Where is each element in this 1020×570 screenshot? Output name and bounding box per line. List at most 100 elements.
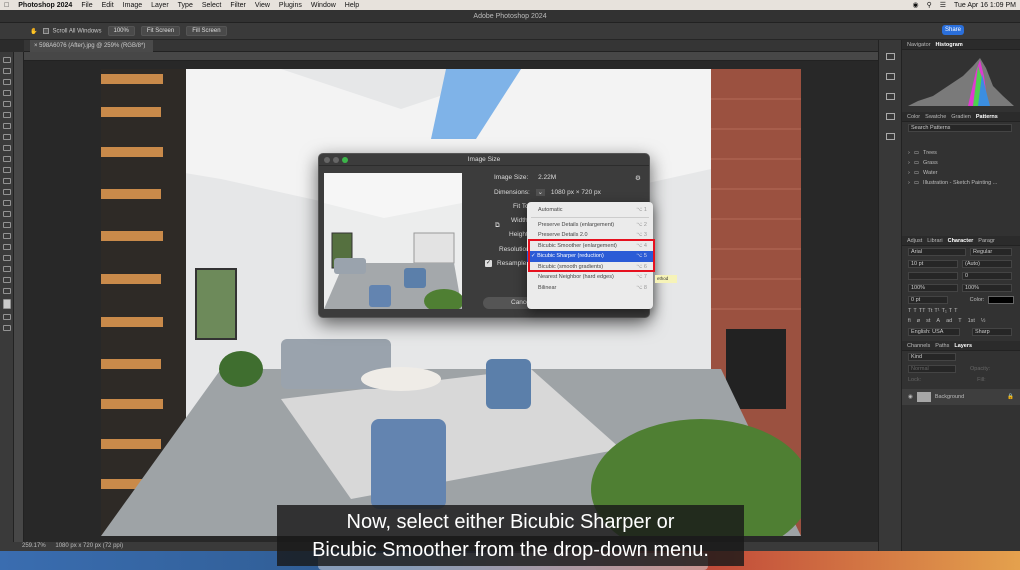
type-tool-icon[interactable]: [3, 233, 11, 239]
healing-tool-icon[interactable]: [3, 134, 11, 140]
font-style-select[interactable]: Regular: [970, 248, 1012, 256]
menu-app-name[interactable]: Photoshop 2024: [18, 2, 72, 9]
hand-tool-icon[interactable]: ✋: [30, 28, 37, 35]
history-icon[interactable]: [886, 93, 895, 100]
fill-screen-button[interactable]: Fill Screen: [186, 26, 227, 36]
fraction-icon[interactable]: ½: [981, 318, 986, 324]
menu-item-nearest-neighbor[interactable]: Nearest Neighbor (hard edges) ⌥ 7: [527, 272, 653, 283]
strikethrough-icon[interactable]: T: [954, 308, 957, 314]
menu-item-preserve-details[interactable]: Preserve Details (enlargement) ⌥ 2: [527, 220, 653, 231]
menu-type[interactable]: Type: [178, 2, 193, 9]
stamp-tool-icon[interactable]: [3, 156, 11, 162]
lasso-tool-icon[interactable]: [3, 79, 11, 85]
leading-field[interactable]: (Auto): [962, 260, 1012, 268]
faux-bold-icon[interactable]: T: [908, 308, 911, 314]
tab-libraries[interactable]: Librari: [927, 236, 942, 245]
tab-swatches[interactable]: Swatche: [925, 112, 946, 121]
history-brush-tool-icon[interactable]: [3, 167, 11, 173]
menu-edit[interactable]: Edit: [102, 2, 114, 9]
control-center-icon[interactable]: ☰: [940, 1, 946, 9]
frame-tool-icon[interactable]: [3, 112, 11, 118]
fit-screen-button[interactable]: Fit Screen: [140, 26, 181, 36]
hand-tool-icon[interactable]: [3, 266, 11, 272]
small-caps-icon[interactable]: Tt: [927, 308, 932, 314]
menu-view[interactable]: View: [255, 2, 270, 9]
pattern-folder[interactable]: › ▭ Trees: [902, 148, 1020, 158]
minimize-window-icon[interactable]: [333, 157, 339, 163]
menu-file[interactable]: File: [81, 2, 92, 9]
language-select[interactable]: English: USA: [908, 328, 960, 336]
object-select-tool-icon[interactable]: [3, 90, 11, 96]
gradient-tool-icon[interactable]: [3, 189, 11, 195]
ligatures-icon[interactable]: fi: [908, 318, 911, 324]
layer-row[interactable]: ◉ Background 🔒: [902, 389, 1020, 405]
pattern-search-input[interactable]: Search Patterns: [908, 124, 1012, 132]
shape-tool-icon[interactable]: [3, 255, 11, 261]
tracking-field[interactable]: 0: [962, 272, 1012, 280]
wifi-icon[interactable]: ◉: [912, 1, 918, 9]
search-icon[interactable]: ⚲: [927, 1, 932, 9]
document-size[interactable]: 1080 px x 720 px (72 ppi): [55, 543, 123, 549]
tab-histogram[interactable]: Histogram: [936, 40, 963, 49]
fractions-icon[interactable]: 1st: [968, 318, 975, 324]
blend-mode-select[interactable]: Normal: [908, 365, 956, 373]
eye-icon[interactable]: ◉: [908, 394, 913, 400]
document-tab[interactable]: × 598A6076 (After).jpg @ 259% (RGB/8*): [30, 40, 154, 52]
path-select-tool-icon[interactable]: [3, 244, 11, 250]
image-preview[interactable]: [324, 173, 462, 309]
play-icon[interactable]: [886, 53, 895, 60]
link-icon[interactable]: ⧉: [495, 222, 500, 230]
dimensions-unit-dropdown[interactable]: ⌄: [535, 189, 546, 196]
screen-mode-icon[interactable]: [3, 325, 11, 331]
tab-adjustments[interactable]: Adjust: [907, 236, 922, 245]
dodge-tool-icon[interactable]: [3, 211, 11, 217]
menu-clock[interactable]: Tue Apr 16 1:09 PM: [954, 2, 1016, 9]
menu-plugins[interactable]: Plugins: [279, 2, 302, 9]
subscript-icon[interactable]: T₁: [942, 308, 947, 314]
layer-kind-filter[interactable]: Kind: [908, 353, 956, 361]
tab-patterns[interactable]: Patterns: [976, 112, 998, 121]
info-icon[interactable]: [886, 73, 895, 80]
menu-select[interactable]: Select: [202, 2, 221, 9]
zoom-tool-icon[interactable]: [3, 277, 11, 283]
tab-paths[interactable]: Paths: [935, 341, 949, 350]
eraser-tool-icon[interactable]: [3, 178, 11, 184]
font-size-field[interactable]: 10 pt: [908, 260, 958, 268]
menu-item-bilinear[interactable]: Bilinear ⌥ 8: [527, 283, 653, 294]
resample-checkbox[interactable]: ✓: [485, 260, 492, 267]
menu-image[interactable]: Image: [123, 2, 142, 9]
tab-channels[interactable]: Channels: [907, 341, 930, 350]
tab-color[interactable]: Color: [907, 112, 920, 121]
menu-filter[interactable]: Filter: [230, 2, 246, 9]
underline-icon[interactable]: T: [949, 308, 952, 314]
alternates-icon[interactable]: A: [936, 318, 940, 324]
vertical-scale-field[interactable]: 100%: [908, 284, 958, 292]
scroll-all-checkbox[interactable]: Scroll All Windows: [43, 27, 102, 34]
horizontal-scale-field[interactable]: 100%: [962, 284, 1012, 292]
faux-italic-icon[interactable]: T: [913, 308, 916, 314]
swash-icon[interactable]: st: [926, 318, 930, 324]
tab-paragraph[interactable]: Paragr: [978, 236, 995, 245]
brush-tool-icon[interactable]: [3, 145, 11, 151]
adjustments-icon[interactable]: [886, 133, 895, 140]
tab-layers[interactable]: Layers: [954, 341, 972, 350]
menu-window[interactable]: Window: [311, 2, 336, 9]
zoom-100-button[interactable]: 100%: [107, 26, 135, 36]
blur-tool-icon[interactable]: [3, 200, 11, 206]
titling-icon[interactable]: ad: [946, 318, 952, 324]
text-color-swatch[interactable]: [988, 296, 1014, 304]
color-swatches-icon[interactable]: [3, 299, 11, 309]
oldstyle-icon[interactable]: ø: [917, 318, 920, 324]
quick-mask-icon[interactable]: [3, 314, 11, 320]
zoom-window-icon[interactable]: [342, 157, 348, 163]
pattern-folder[interactable]: › ▭ Illustration - Sketch Painting ...: [902, 178, 1020, 188]
all-caps-icon[interactable]: TT: [919, 308, 926, 314]
pattern-folder[interactable]: › ▭ Grass: [902, 158, 1020, 168]
zoom-readout[interactable]: 259.17%: [22, 543, 46, 549]
marquee-tool-icon[interactable]: [3, 68, 11, 74]
antialias-select[interactable]: Sharp: [972, 328, 1012, 336]
font-family-select[interactable]: Arial: [908, 248, 966, 256]
menu-help[interactable]: Help: [345, 2, 359, 9]
tab-navigator[interactable]: Navigator: [907, 40, 931, 49]
brush-settings-icon[interactable]: [886, 113, 895, 120]
